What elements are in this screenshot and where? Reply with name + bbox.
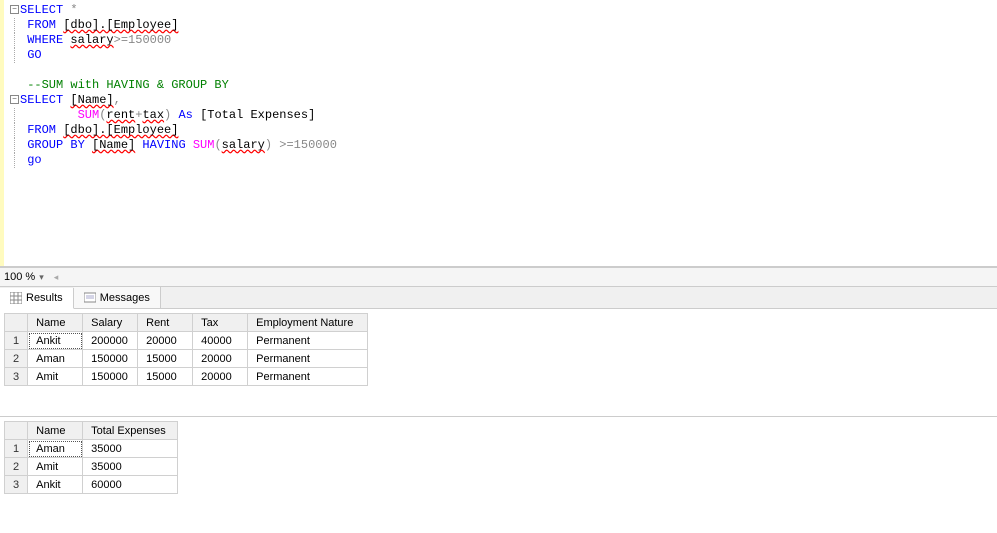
- kw-as: As: [171, 108, 200, 122]
- cell-total-expenses[interactable]: 35000: [83, 440, 178, 458]
- star: *: [63, 3, 77, 17]
- result-grid-2[interactable]: Name Total Expenses 1 Aman 35000 2 Amit …: [4, 421, 178, 494]
- col-name2: [Name]: [92, 138, 135, 152]
- kw-where: WHERE: [20, 33, 70, 47]
- cell-name[interactable]: Ankit: [28, 476, 83, 494]
- row-number: 1: [5, 440, 28, 458]
- zoom-level[interactable]: 100 %: [4, 271, 35, 283]
- table-row[interactable]: 1 Aman 35000: [5, 440, 178, 458]
- kw-go2: go: [20, 153, 42, 167]
- cell-rent[interactable]: 20000: [138, 332, 193, 350]
- kw-from: FROM: [20, 18, 63, 32]
- row-number: 3: [5, 476, 28, 494]
- cell-rent[interactable]: 15000: [138, 350, 193, 368]
- table-row[interactable]: 3 Ankit 60000: [5, 476, 178, 494]
- sql-editor[interactable]: −SELECT * FROM [dbo].[Employee] WHERE sa…: [0, 0, 997, 267]
- outline-collapse-icon[interactable]: −: [10, 95, 19, 104]
- kw-select: SELECT: [20, 3, 63, 17]
- messages-icon: [84, 292, 96, 304]
- kw-from2: FROM: [20, 123, 63, 137]
- results-pane-1: Name Salary Rent Tax Employment Nature 1…: [0, 309, 997, 417]
- pad: [20, 108, 78, 122]
- result-grid-1[interactable]: Name Salary Rent Tax Employment Nature 1…: [4, 313, 368, 386]
- col-header-tax[interactable]: Tax: [193, 314, 248, 332]
- col-name: [Name]: [70, 93, 113, 107]
- table-row[interactable]: 1 Ankit 200000 20000 40000 Permanent: [5, 332, 368, 350]
- tab-messages[interactable]: Messages: [74, 287, 161, 308]
- results-pane-2: Name Total Expenses 1 Aman 35000 2 Amit …: [0, 417, 997, 525]
- ident-dbo-employee: [dbo].[Employee]: [63, 18, 178, 32]
- paren-open2: (: [214, 138, 221, 152]
- col-header-employment[interactable]: Employment Nature: [248, 314, 368, 332]
- col-header-name[interactable]: Name: [28, 422, 83, 440]
- table-row[interactable]: 2 Amit 35000: [5, 458, 178, 476]
- col-header-rent[interactable]: Rent: [138, 314, 193, 332]
- tab-results[interactable]: Results: [0, 288, 74, 309]
- table-header-row: Name Total Expenses: [5, 422, 178, 440]
- row-number: 1: [5, 332, 28, 350]
- col-header-salary[interactable]: Salary: [83, 314, 138, 332]
- cell-salary[interactable]: 200000: [83, 332, 138, 350]
- cell-tax[interactable]: 20000: [193, 350, 248, 368]
- code-pane[interactable]: −SELECT * FROM [dbo].[Employee] WHERE sa…: [4, 0, 997, 266]
- cell-name[interactable]: Ankit: [28, 332, 83, 350]
- cell-name[interactable]: Amit: [28, 458, 83, 476]
- kw-having: HAVING: [135, 138, 193, 152]
- cell-total-expenses[interactable]: 60000: [83, 476, 178, 494]
- comment-line: --SUM with HAVING & GROUP BY: [20, 78, 229, 92]
- kw-go: GO: [20, 48, 42, 62]
- cell-salary[interactable]: 150000: [83, 350, 138, 368]
- row-number: 2: [5, 350, 28, 368]
- cell-emp[interactable]: Permanent: [248, 332, 368, 350]
- table-row[interactable]: 2 Aman 150000 15000 20000 Permanent: [5, 350, 368, 368]
- cell-tax[interactable]: 40000: [193, 332, 248, 350]
- cell-name[interactable]: Amit: [28, 368, 83, 386]
- ident-dbo-employee2: [dbo].[Employee]: [63, 123, 178, 137]
- grid-icon: [10, 292, 22, 304]
- results-tabs: Results Messages: [0, 287, 997, 309]
- cell-rent[interactable]: 15000: [138, 368, 193, 386]
- row-header-blank: [5, 314, 28, 332]
- kw-groupby: GROUP BY: [20, 138, 92, 152]
- cond-rest: >=150000: [114, 33, 172, 47]
- fn-sum: SUM: [78, 108, 100, 122]
- col-rent: rent: [106, 108, 135, 122]
- paren-close2: ): [265, 138, 272, 152]
- comma: ,: [114, 93, 121, 107]
- tab-messages-label: Messages: [100, 292, 150, 304]
- row-number: 3: [5, 368, 28, 386]
- alias-total-expenses: [Total Expenses]: [200, 108, 315, 122]
- table-header-row: Name Salary Rent Tax Employment Nature: [5, 314, 368, 332]
- chevron-down-icon[interactable]: ▾: [39, 272, 44, 283]
- cell-salary[interactable]: 150000: [83, 368, 138, 386]
- cond2: >=150000: [272, 138, 337, 152]
- cell-total-expenses[interactable]: 35000: [83, 458, 178, 476]
- table-row[interactable]: 3 Amit 150000 15000 20000 Permanent: [5, 368, 368, 386]
- cell-name[interactable]: Aman: [28, 350, 83, 368]
- fn-sum2: SUM: [193, 138, 215, 152]
- tab-results-label: Results: [26, 292, 63, 304]
- row-header-blank: [5, 422, 28, 440]
- cell-emp[interactable]: Permanent: [248, 368, 368, 386]
- col-header-total-expenses[interactable]: Total Expenses: [83, 422, 178, 440]
- col-salary2: salary: [222, 138, 265, 152]
- col-header-name[interactable]: Name: [28, 314, 83, 332]
- col-tax: tax: [142, 108, 164, 122]
- cell-tax[interactable]: 20000: [193, 368, 248, 386]
- caret-left-icon[interactable]: ◂: [54, 272, 59, 283]
- zoom-bar: 100 % ▾ ◂: [0, 267, 997, 287]
- cell-emp[interactable]: Permanent: [248, 350, 368, 368]
- cell-name[interactable]: Aman: [28, 440, 83, 458]
- kw-select2: SELECT: [20, 93, 70, 107]
- outline-collapse-icon[interactable]: −: [10, 5, 19, 14]
- col-salary: salary: [70, 33, 113, 47]
- row-number: 2: [5, 458, 28, 476]
